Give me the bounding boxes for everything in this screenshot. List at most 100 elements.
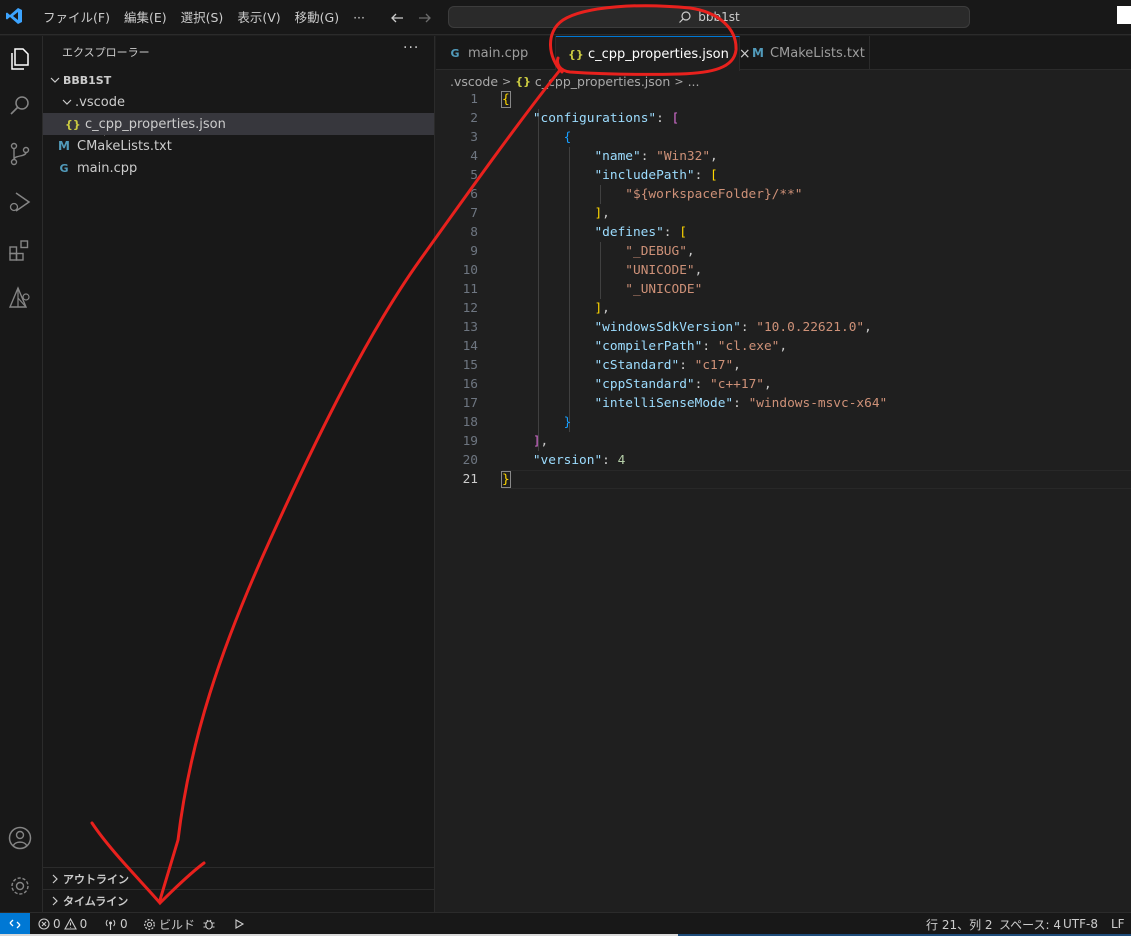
extensions-icon[interactable] (6, 236, 34, 264)
encoding-setting[interactable]: UTF-8 (1063, 913, 1098, 935)
remote-indicator[interactable] (0, 913, 30, 935)
chevron-right-icon: > (674, 74, 684, 88)
menu-file[interactable]: ファイル(F) (36, 0, 117, 35)
folder-vscode-row[interactable]: .vscode (43, 91, 434, 113)
code-line: 8 "defines": [ (470, 225, 687, 240)
ports-indicator[interactable]: 0 (104, 913, 128, 935)
breadcrumb-file[interactable]: c_cpp_properties.json (535, 74, 670, 89)
code-line: 18 } (462, 415, 572, 430)
code-editor[interactable]: 1{ 2 "configurations": [ 3 { 4 "name": "… (436, 90, 1131, 910)
breadcrumb: .vscode > {} c_cpp_properties.json > ... (450, 72, 700, 90)
settings-gear-icon[interactable] (6, 872, 34, 900)
json-file-icon: {} (65, 117, 81, 131)
explorer-icon[interactable] (6, 44, 34, 72)
code-line: 17 "intelliSenseMode": "windows-msvc-x64… (462, 396, 888, 411)
explorer-sidebar: エクスプローラー ··· BBB1ST .vscode {} c_cpp_pro… (43, 36, 435, 912)
broadcast-icon (105, 919, 116, 930)
status-bar: 0 0 0 ビルド 行 21、列 2 スペース: 4 UTF-8 LF (0, 912, 1131, 935)
bug-icon (203, 919, 215, 930)
warning-icon (63, 918, 77, 930)
code-line: 7 ], (470, 206, 610, 221)
tab-cmakelists[interactable]: M CMakeLists.txt (740, 36, 870, 70)
json-file-icon: {} (568, 47, 584, 61)
error-icon (38, 918, 50, 930)
menu-view[interactable]: 表示(V) (230, 0, 287, 35)
build-label: ビルド (159, 917, 196, 932)
run-button[interactable] (233, 913, 245, 935)
activity-bar (0, 36, 43, 912)
menu-selection[interactable]: 選択(S) (174, 0, 231, 35)
run-debug-icon[interactable] (6, 188, 34, 216)
file-row-c-cpp-properties[interactable]: {} c_cpp_properties.json (43, 113, 434, 135)
command-center-label: bbb1st (698, 10, 740, 24)
search-icon[interactable] (6, 92, 34, 120)
cmake-file-icon: M (58, 139, 70, 153)
chevron-down-icon (50, 77, 60, 83)
file-label: CMakeLists.txt (77, 138, 172, 154)
debug-button[interactable] (202, 913, 216, 935)
breadcrumb-more[interactable]: ... (688, 74, 700, 89)
title-bar: ファイル(F) 編集(E) 選択(S) 表示(V) 移動(G) ··· bbb1… (0, 0, 1131, 35)
file-label: c_cpp_properties.json (85, 116, 226, 132)
build-button[interactable]: ビルド (143, 913, 195, 935)
play-icon (235, 919, 245, 929)
editor-tab-bar: G main.cpp {} c_cpp_properties.json × M … (436, 36, 1131, 71)
chevron-right-icon (52, 874, 58, 883)
code-line: 6 "${workspaceFolder}/**" (470, 187, 803, 202)
tab-c-cpp-properties[interactable]: {} c_cpp_properties.json × (556, 36, 751, 71)
chevron-down-icon (62, 99, 72, 105)
root-folder-row[interactable]: BBB1ST (43, 69, 434, 91)
cmake-file-icon: M (752, 46, 764, 60)
tab-label: CMakeLists.txt (769, 45, 865, 61)
eol-setting[interactable]: LF (1111, 913, 1125, 935)
folder-vscode-label: .vscode (75, 94, 125, 110)
outline-label: アウトライン (63, 872, 129, 886)
problems-indicator[interactable]: 0 0 (38, 913, 87, 935)
json-file-icon: {} (515, 74, 531, 88)
indentation-setting[interactable]: スペース: 4 (999, 913, 1061, 935)
command-center-search[interactable]: bbb1st (448, 6, 970, 28)
explorer-more-actions[interactable]: ··· (403, 40, 419, 56)
chevron-right-icon: > (502, 74, 512, 88)
code-line: 4 "name": "Win32", (470, 149, 718, 164)
code-line: 2 "configurations": [ (470, 111, 680, 126)
vscode-logo-icon (6, 8, 22, 24)
navigation-arrows (388, 0, 434, 35)
cpp-file-icon: G (59, 161, 69, 175)
outline-section[interactable]: アウトライン (43, 867, 434, 889)
source-control-icon[interactable] (6, 140, 34, 168)
forward-arrow-icon[interactable] (416, 9, 434, 27)
tab-main-cpp[interactable]: G main.cpp (436, 36, 556, 70)
code-line: 15 "cStandard": "c17", (462, 358, 741, 373)
code-line: 11 "_UNICODE" (462, 282, 703, 297)
account-icon[interactable] (6, 824, 34, 852)
timeline-section[interactable]: タイムライン (43, 889, 434, 911)
menu-more[interactable]: ··· (346, 0, 372, 35)
warning-count: 0 (79, 917, 88, 931)
cursor-position[interactable]: 行 21、列 2 (926, 913, 993, 935)
search-icon (679, 11, 691, 23)
code-line: 13 "windowsSdkVersion": "10.0.22621.0", (462, 320, 872, 335)
breadcrumb-folder[interactable]: .vscode (450, 74, 498, 89)
menu-bar: ファイル(F) 編集(E) 選択(S) 表示(V) 移動(G) ··· (36, 0, 372, 35)
ports-count: 0 (120, 917, 128, 931)
root-folder-label: BBB1ST (63, 73, 112, 87)
explorer-title: エクスプローラー (62, 46, 150, 59)
code-line: 20 "version": 4 (462, 453, 626, 468)
menu-go[interactable]: 移動(G) (288, 0, 346, 35)
cmake-icon[interactable] (6, 284, 34, 312)
file-label: main.cpp (77, 160, 138, 176)
gear-icon (144, 918, 155, 930)
back-arrow-icon[interactable] (388, 9, 406, 27)
menu-edit[interactable]: 編集(E) (117, 0, 174, 35)
file-row-cmakelists[interactable]: M CMakeLists.txt (43, 135, 434, 157)
code-line: 16 "cppStandard": "c++17", (462, 377, 772, 392)
tab-label: c_cpp_properties.json (588, 46, 729, 62)
file-row-main-cpp[interactable]: G main.cpp (43, 157, 434, 179)
remote-icon (9, 919, 21, 929)
code-line: 1{ (470, 91, 511, 108)
code-line: 5 "includePath": [ (470, 168, 718, 183)
chevron-right-icon (52, 896, 58, 905)
code-line: 10 "UNICODE", (462, 263, 703, 278)
code-line: 3 { (470, 130, 572, 145)
